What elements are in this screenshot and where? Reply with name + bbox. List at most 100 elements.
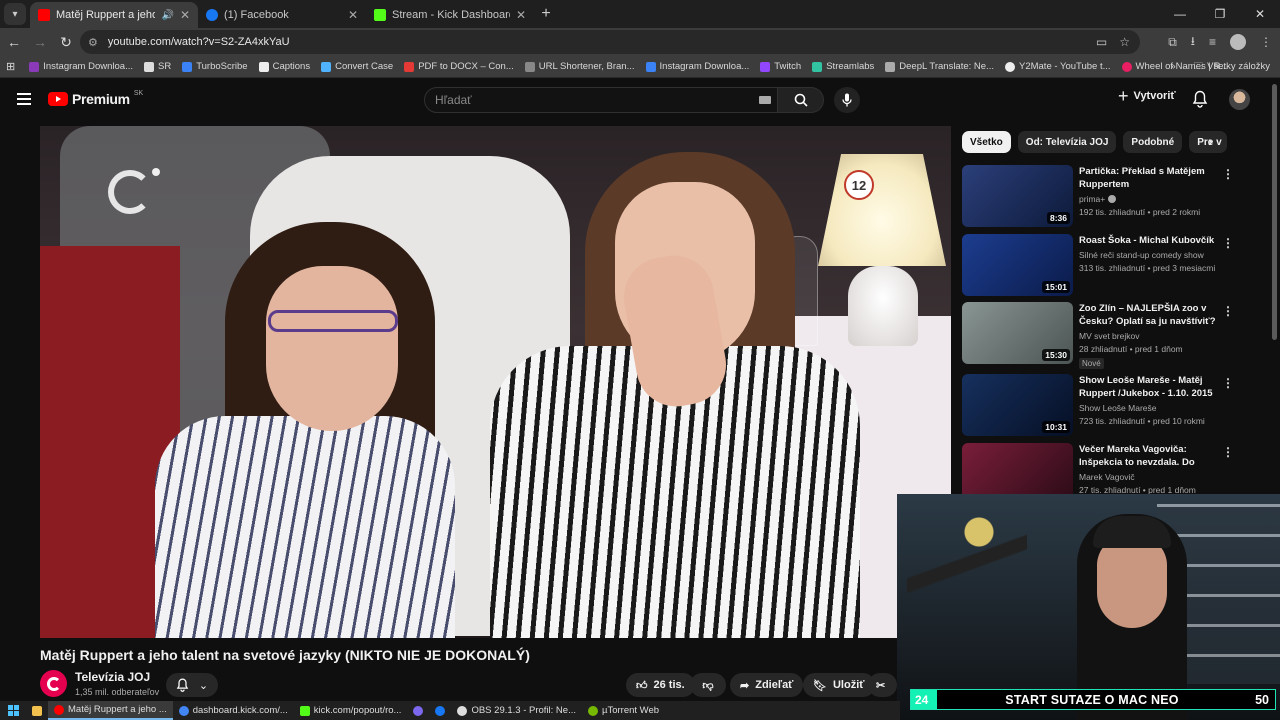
speaker-icon[interactable]: 🔊 [161, 10, 173, 21]
profile-avatar[interactable] [1230, 34, 1246, 50]
close-icon[interactable]: ✕ [516, 8, 526, 22]
taskbar-file-explorer[interactable] [26, 701, 48, 720]
dislike-button[interactable]: 👎︎ [690, 673, 726, 697]
bookmark-item[interactable]: Y2Mate - YouTube t... [1004, 61, 1111, 72]
tab-kick[interactable]: Stream - Kick Dashboard ✕ [366, 2, 534, 28]
taskbar-item[interactable]: dashboard.kick.com/... [173, 701, 294, 720]
apps-icon[interactable]: ⊞ [6, 60, 15, 73]
bookmark-item[interactable]: Instagram Downloa... [29, 61, 133, 72]
tab-facebook[interactable]: (1) Facebook ✕ [198, 2, 366, 28]
recommendation-item[interactable]: 15:30 Zoo Zlín – NAJLEPŠIA zoo v Česku? … [962, 302, 1262, 369]
search-button[interactable] [778, 87, 824, 113]
taskbar-item[interactable]: µTorrent Web [582, 701, 665, 720]
recommendation-title[interactable]: Roast Šoka - Michal Kubovčík [1079, 234, 1217, 247]
menu-dots-icon[interactable]: ⋮ [1260, 35, 1272, 49]
recommendation-title[interactable]: Partička: Překlad s Matějem Ruppertem [1079, 165, 1217, 191]
create-button[interactable]: + Vytvoriť [1118, 87, 1176, 105]
minimize-button[interactable]: — [1160, 0, 1200, 28]
taskbar-item[interactable]: OBS 29.1.3 - Profil: Ne... [451, 701, 582, 720]
reload-icon[interactable]: ↻ [54, 34, 78, 51]
video-thumbnail[interactable] [962, 443, 1073, 494]
video-thumbnail[interactable]: 10:31 [962, 374, 1073, 436]
close-icon[interactable]: ✕ [348, 8, 358, 22]
recommendation-item[interactable]: 10:31 Show Leoše Mareše - Matěj Ruppert … [962, 374, 1262, 436]
bookmark-item[interactable]: Streamlabs [812, 61, 874, 72]
bell-icon [1192, 90, 1208, 108]
back-icon[interactable]: ← [2, 34, 26, 50]
bookmark-item[interactable]: URL Shortener, Bran... [524, 61, 635, 72]
forward-icon[interactable]: → [28, 34, 52, 50]
page-scrollbar[interactable] [1272, 84, 1277, 340]
search-input[interactable]: Hľadať [424, 87, 778, 113]
cast-icon[interactable]: ▭ [1096, 35, 1107, 49]
bookmark-item[interactable]: TurboScribe [182, 61, 248, 72]
video-thumbnail[interactable]: 8:36 [962, 165, 1073, 227]
recommendation-item[interactable]: 15:01 Roast Šoka - Michal Kubovčík Silné… [962, 234, 1262, 296]
more-options-icon[interactable]: ⋮ [1222, 304, 1234, 318]
more-options-icon[interactable]: ⋮ [1222, 236, 1234, 250]
tab-search-button[interactable]: ▾ [4, 3, 26, 25]
site-info-icon[interactable]: ⚙ [88, 36, 98, 49]
taskbar-item[interactable]: kick.com/popout/ro... [294, 701, 408, 720]
more-options-icon[interactable]: ⋮ [1222, 376, 1234, 390]
bookmark-item[interactable]: SR [143, 61, 171, 72]
voice-search-button[interactable] [834, 87, 860, 113]
bookmark-item[interactable]: Captions [258, 61, 310, 72]
extensions-icon[interactable]: ⧉ [1168, 35, 1177, 50]
download-icon[interactable]: ⭳ [1191, 32, 1195, 53]
all-bookmarks-folder[interactable]: » 🗀 Všetky záložky [1170, 59, 1270, 75]
restore-button[interactable]: ❐ [1200, 0, 1240, 28]
save-button[interactable]: 🔖︎ Uložiť [803, 673, 875, 697]
video-thumbnail[interactable]: 15:30 [962, 302, 1073, 364]
chip-from-channel[interactable]: Od: Televízia JOJ [1017, 131, 1117, 153]
taskbar-label: OBS 29.1.3 - Profil: Ne... [471, 705, 576, 716]
recommendation-title[interactable]: Večer Mareka Vagoviča: Inšpekcia to nevz… [1079, 443, 1217, 469]
recommendation-item[interactable]: 8:36 Partička: Překlad s Matějem Ruppert… [962, 165, 1262, 227]
chip-related[interactable]: Podobné [1123, 131, 1183, 153]
recommendation-item[interactable]: Večer Mareka Vagoviča: Inšpekcia to nevz… [962, 443, 1262, 494]
media-control-icon[interactable]: ≡ [1209, 35, 1216, 49]
taskbar-item[interactable] [429, 701, 451, 720]
windows-start-icon[interactable] [0, 705, 26, 716]
address-bar[interactable]: ⚙ youtube.com/watch?v=S2-ZA4xkYaU ▭ ☆ [80, 30, 1140, 54]
more-options-icon[interactable]: ⋮ [1222, 445, 1234, 459]
bookmark-item[interactable]: Instagram Downloa... [645, 61, 749, 72]
taskbar-item[interactable]: Matěj Ruppert a jeho ... [48, 701, 173, 720]
notifications-button[interactable] [1192, 90, 1208, 113]
youtube-logo[interactable]: Premium SK [48, 90, 143, 107]
tab-youtube[interactable]: Matěj Ruppert a jeho talent na svetové j… [30, 2, 198, 28]
bookmark-item[interactable]: DeepL Translate: Ne... [885, 61, 994, 72]
like-button[interactable]: 👍︎ 26 tis. [626, 673, 695, 697]
more-bookmarks-icon[interactable]: » [1170, 61, 1175, 72]
bookmark-item[interactable]: Convert Case [321, 61, 393, 72]
share-label: Zdieľať [755, 679, 794, 691]
keyboard-icon[interactable] [759, 96, 771, 104]
clip-button[interactable]: ✂ [868, 673, 897, 697]
user-avatar[interactable] [1229, 89, 1250, 110]
taskbar-item[interactable] [407, 701, 429, 720]
share-button[interactable]: ➦ Zdieľať [730, 673, 804, 697]
channel-avatar[interactable] [40, 670, 67, 697]
channel-name[interactable]: Televízia JOJ [75, 670, 150, 684]
windows-logo-icon [7, 705, 19, 716]
recommendation-title[interactable]: Zoo Zlín – NAJLEPŠIA zoo v Česku? Oplatí… [1079, 302, 1217, 328]
subscription-notifications-button[interactable]: ⌄ [166, 673, 218, 697]
video-thumbnail[interactable]: 15:01 [962, 234, 1073, 296]
recommendation-title[interactable]: Show Leoše Mareše - Matěj Ruppert /Jukeb… [1079, 374, 1217, 400]
bookmark-star-icon[interactable]: ☆ [1119, 35, 1130, 49]
hamburger-menu-icon[interactable] [17, 93, 31, 105]
chip-all[interactable]: Všetko [962, 131, 1011, 153]
chevron-right-icon[interactable]: › [1208, 133, 1213, 149]
taskbar-label: Matěj Ruppert a jeho ... [68, 704, 167, 715]
bookmark-item[interactable]: Twitch [760, 61, 801, 72]
new-tab-button[interactable]: + [534, 2, 558, 26]
close-window-button[interactable]: ✕ [1240, 0, 1280, 28]
bookmark-item[interactable]: PDF to DOCX – Con... [404, 61, 514, 72]
save-label: Uložiť [832, 679, 865, 691]
browser-toolbar: ← → ↻ ⚙ youtube.com/watch?v=S2-ZA4xkYaU … [0, 28, 1280, 56]
close-icon[interactable]: ✕ [180, 8, 190, 22]
more-options-icon[interactable]: ⋮ [1222, 167, 1234, 181]
share-icon: ➦ [740, 679, 750, 692]
video-duration: 8:36 [1046, 212, 1070, 224]
video-player[interactable]: 12 [40, 126, 951, 638]
